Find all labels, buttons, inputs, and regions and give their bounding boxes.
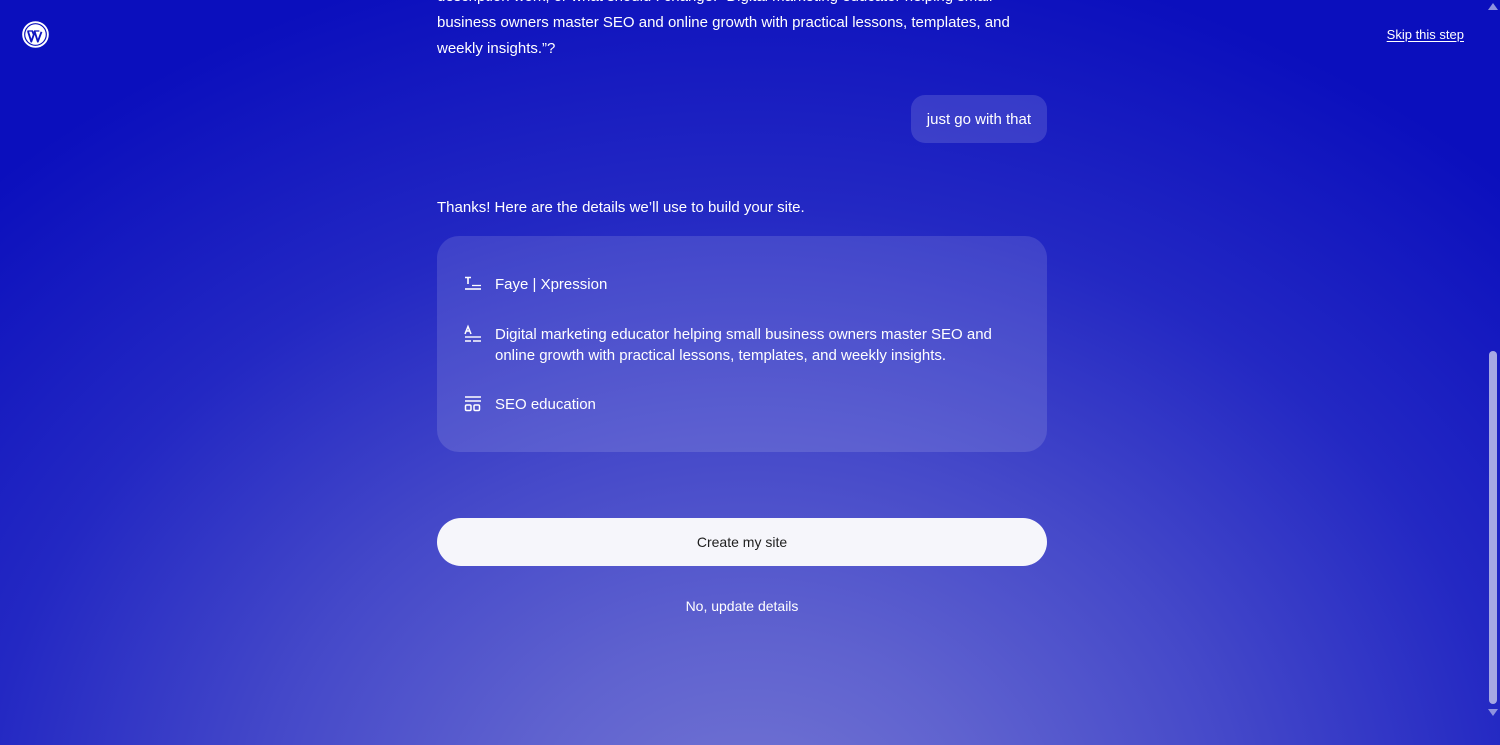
detail-row-site-tagline: Digital marketing educator helping small… xyxy=(463,324,1021,366)
page-scrollbar[interactable] xyxy=(1486,0,1500,745)
assistant-message-thanks: Thanks! Here are the details we’ll use t… xyxy=(437,199,805,216)
user-message-text: just go with that xyxy=(926,110,1031,128)
user-message-bubble: just go with that xyxy=(910,95,1047,143)
scroll-down-arrow-icon[interactable] xyxy=(1488,709,1498,716)
site-title-text: Faye | Xpression xyxy=(495,276,608,293)
assistant-message-intro: description work, or what should I chang… xyxy=(437,0,1010,57)
detail-row-site-title: Faye | Xpression xyxy=(463,274,1021,295)
detail-row-category: SEO education xyxy=(463,394,1021,415)
category-icon xyxy=(463,394,483,414)
update-details-link[interactable]: No, update details xyxy=(437,596,1047,616)
scrollbar-thumb[interactable] xyxy=(1489,351,1497,704)
scroll-up-arrow-icon[interactable] xyxy=(1488,3,1498,10)
create-my-site-button[interactable]: Create my site xyxy=(437,518,1047,566)
site-tagline-text: Digital marketing educator helping small… xyxy=(495,326,992,364)
site-details-card: Faye | Xpression Digital marketing educa… xyxy=(437,236,1047,452)
wordpress-logo-icon[interactable] xyxy=(22,21,49,48)
site-tagline-icon xyxy=(463,324,483,344)
skip-step-link[interactable]: Skip this step xyxy=(1387,27,1464,42)
category-text: SEO education xyxy=(495,396,596,413)
site-title-icon xyxy=(463,274,483,294)
